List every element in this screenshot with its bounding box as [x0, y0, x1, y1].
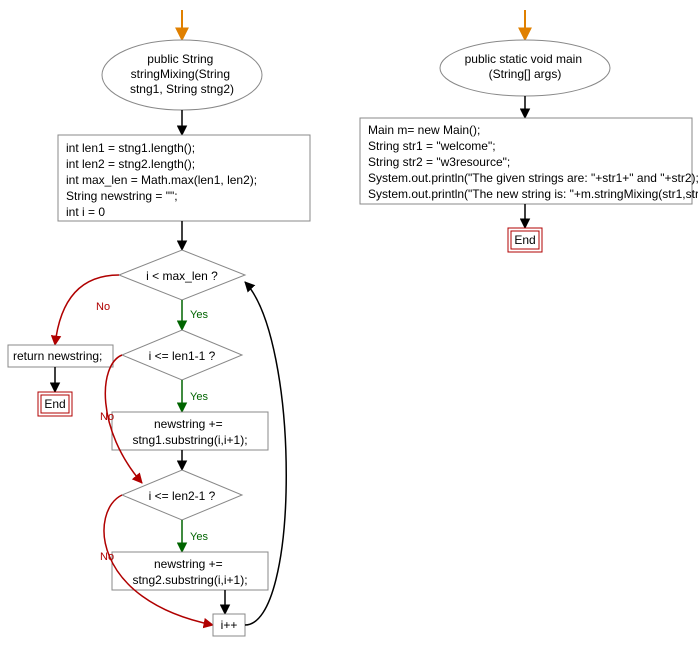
cond1-text: i < max_len ?: [146, 269, 218, 283]
incr-text: i++: [221, 618, 238, 632]
main-box-l5: System.out.println("The new string is: "…: [368, 187, 698, 201]
append2-l2: stng2.substring(i,i+1);: [132, 573, 247, 587]
method-ellipse-l2: stringMixing(String: [131, 67, 230, 81]
end1-text: End: [44, 397, 65, 411]
method-ellipse-l3: stng1, String stng2): [130, 82, 234, 96]
init-box-l1: int len1 = stng1.length();: [66, 141, 195, 155]
method-ellipse-l1: public String: [147, 52, 213, 66]
return-box-text: return newstring;: [13, 349, 102, 363]
main-box-l1: Main m= new Main();: [368, 123, 480, 137]
cond1-no-label: No: [96, 301, 110, 313]
cond1-yes-label: Yes: [190, 309, 208, 321]
append1-l1: newstring +=: [154, 417, 223, 431]
init-box-l4: String newstring = "";: [66, 189, 178, 203]
append2-l1: newstring +=: [154, 557, 223, 571]
main-box-l2: String str1 = "welcome";: [368, 139, 496, 153]
main-ellipse-l1: public static void main: [465, 52, 582, 66]
cond3-no-label: No: [100, 551, 114, 563]
main-box-l3: String str2 = "w3resource";: [368, 155, 510, 169]
main-ellipse-l2: (String[] args): [489, 67, 562, 81]
append1-l2: stng1.substring(i,i+1);: [132, 433, 247, 447]
flowchart-svg: public String stringMixing(String stng1,…: [0, 0, 698, 652]
main-box-l4: System.out.println("The given strings ar…: [368, 171, 698, 185]
cond2-no-label: No: [100, 411, 114, 423]
cond3-text: i <= len2-1 ?: [149, 489, 216, 503]
cond3-yes-label: Yes: [190, 531, 208, 543]
init-box-l2: int len2 = stng2.length();: [66, 157, 195, 171]
end2-text: End: [514, 233, 535, 247]
cond2-yes-label: Yes: [190, 391, 208, 403]
init-box-l3: int max_len = Math.max(len1, len2);: [66, 173, 257, 187]
cond2-text: i <= len1-1 ?: [149, 349, 216, 363]
init-box-l5: int i = 0: [66, 205, 105, 219]
